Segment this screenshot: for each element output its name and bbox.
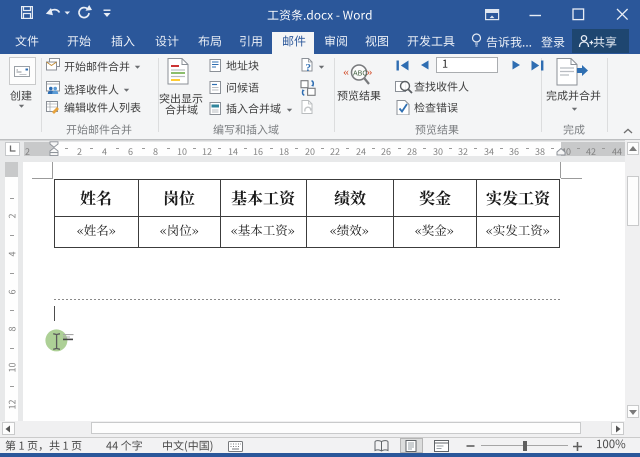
svg-text:?: ? bbox=[306, 62, 312, 72]
svg-text:«: « bbox=[343, 65, 349, 79]
svg-text:ABC: ABC bbox=[353, 70, 367, 77]
svg-text:»: » bbox=[367, 65, 373, 79]
